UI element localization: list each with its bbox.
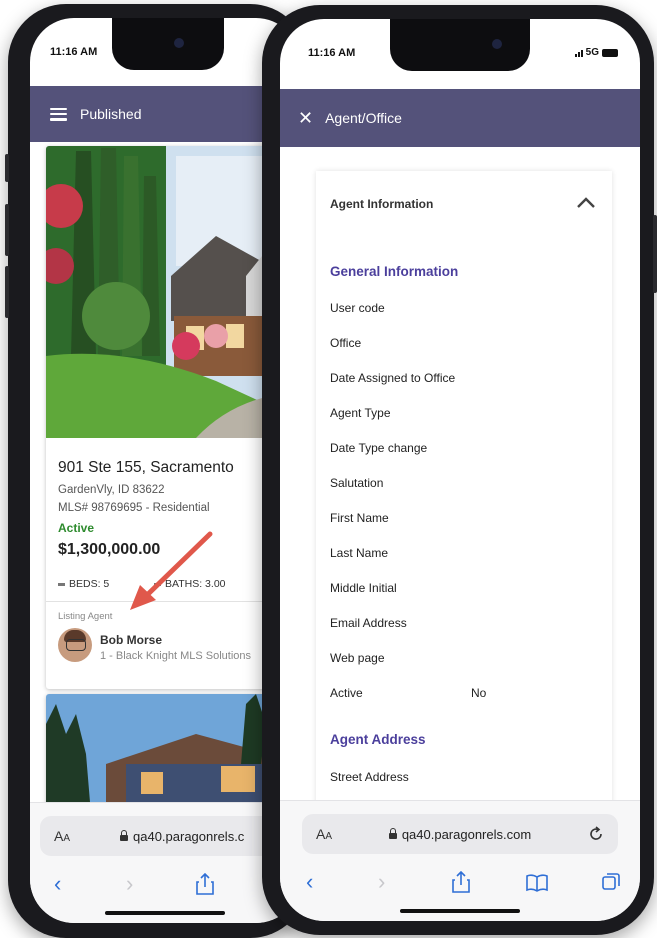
signal-icon xyxy=(574,49,583,57)
share-icon[interactable] xyxy=(196,873,214,895)
network-type: 5G xyxy=(585,47,599,58)
field-user-code: User code xyxy=(330,301,385,315)
agent-office: 1 - Black Knight MLS Solutions xyxy=(100,650,252,662)
bookmarks-icon[interactable] xyxy=(526,874,548,892)
hamburger-icon[interactable] xyxy=(50,107,67,121)
camera xyxy=(174,38,184,48)
tabs-icon[interactable] xyxy=(602,873,620,891)
panel-header[interactable]: Agent Information xyxy=(316,171,612,233)
battery-icon xyxy=(602,48,618,57)
field-email-address: Email Address xyxy=(330,616,407,630)
bed-icon xyxy=(58,582,65,586)
share-icon[interactable] xyxy=(452,871,470,893)
field-street-address: Street Address xyxy=(330,770,409,784)
field-date-assigned: Date Assigned to Office xyxy=(330,371,456,385)
app-bar-title: Agent/Office xyxy=(325,110,402,126)
lock-icon xyxy=(120,829,128,841)
field-first-name: First Name xyxy=(330,511,389,525)
left-screen: 11:16 AM Published 901 Ste 155, Sacramen… xyxy=(30,18,300,923)
field-active: Active xyxy=(330,686,363,700)
annotation-arrow xyxy=(130,531,213,610)
field-web-page: Web page xyxy=(330,651,385,665)
safari-toolbar: AA qa40.paragonrels.com ‹ › xyxy=(280,800,640,921)
address-bar[interactable]: AA qa40.paragonrels.c xyxy=(40,816,290,856)
section-agent-address: Agent Address xyxy=(330,732,426,747)
forward-icon[interactable]: › xyxy=(378,865,385,899)
agent-avatar[interactable] xyxy=(58,628,92,662)
field-office: Office xyxy=(330,336,362,350)
url-text[interactable]: qa40.paragonrels.com xyxy=(302,827,618,842)
close-icon[interactable]: ✕ xyxy=(298,109,313,127)
field-date-type-change: Date Type change xyxy=(330,441,428,455)
home-indicator xyxy=(400,909,520,913)
home-indicator xyxy=(105,911,225,915)
section-general-information: General Information xyxy=(330,264,459,279)
notch xyxy=(112,18,224,70)
field-salutation: Salutation xyxy=(330,476,384,490)
field-middle-initial: Middle Initial xyxy=(330,581,397,595)
safari-toolbar: AA qa40.paragonrels.c ‹ › xyxy=(30,802,300,923)
forward-icon[interactable]: › xyxy=(126,867,133,901)
status-icons: 5G xyxy=(574,47,618,58)
camera xyxy=(492,39,502,49)
app-bar: ✕ Agent/Office xyxy=(280,89,640,147)
listing-card-2[interactable] xyxy=(46,694,270,814)
listing-mls: MLS# 98769695 - Residential xyxy=(58,502,210,514)
beds-value: BEDS: 5 xyxy=(69,578,110,590)
text-size-button[interactable]: AA xyxy=(54,828,70,844)
address-bar[interactable]: AA qa40.paragonrels.com xyxy=(302,814,618,854)
status-badge: Active xyxy=(58,521,95,535)
status-time: 11:16 AM xyxy=(308,47,356,59)
chevron-up-icon[interactable] xyxy=(576,197,596,209)
panel-header-title: Agent Information xyxy=(330,197,434,211)
right-phone-frame: 11:16 AM 5G ✕ Agent/Office Agent Informa… xyxy=(262,5,657,935)
app-bar-title: Published xyxy=(80,106,142,122)
listing-agent-label: Listing Agent xyxy=(58,611,113,622)
listing-address[interactable]: 901 Ste 155, Sacramento xyxy=(58,459,234,477)
agent-info-panel: Agent Information General Information Us… xyxy=(316,171,612,851)
listing-photo-2[interactable] xyxy=(46,694,270,814)
listing-city: GardenVly, ID 83622 xyxy=(58,484,165,496)
listing-photo[interactable] xyxy=(46,146,270,438)
field-agent-type: Agent Type xyxy=(330,406,391,420)
agent-name[interactable]: Bob Morse xyxy=(100,633,162,647)
back-icon[interactable]: ‹ xyxy=(54,867,61,901)
back-icon[interactable]: ‹ xyxy=(306,865,313,899)
notch xyxy=(390,19,530,71)
field-active-value: No xyxy=(471,686,487,700)
lock-icon xyxy=(388,827,397,839)
reload-icon[interactable] xyxy=(588,826,604,842)
status-time: 11:16 AM xyxy=(50,46,98,58)
right-screen: 11:16 AM 5G ✕ Agent/Office Agent Informa… xyxy=(280,19,640,921)
beds-info: BEDS: 5 xyxy=(58,578,109,590)
app-bar: Published xyxy=(30,86,300,142)
field-last-name: Last Name xyxy=(330,546,389,560)
